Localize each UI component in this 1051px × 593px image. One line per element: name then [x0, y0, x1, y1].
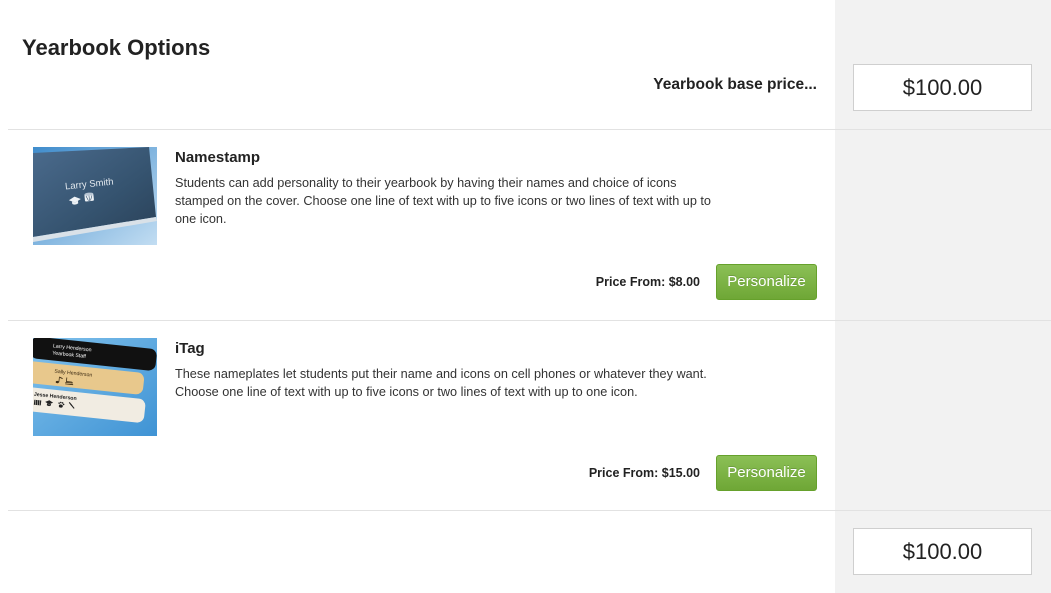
price-prefix: Price From: [595, 275, 666, 289]
base-price-box: $100.00 [853, 64, 1032, 111]
option-title: Namestamp [175, 149, 261, 166]
price-value: $15.00 [661, 466, 700, 480]
option-price: Price From: $8.00 [596, 273, 700, 291]
option-row-itag: Larry Henderson Yearbook Staff Sally Hen… [0, 321, 835, 511]
option-description: These nameplates let students put their … [175, 367, 707, 399]
price-value: $8.00 [668, 275, 700, 289]
total-price-box: $100.00 [853, 528, 1032, 575]
personalize-itag-button[interactable]: Personalize [716, 455, 817, 491]
base-price-label: Yearbook base price... [653, 76, 817, 93]
option-description: Students can add personality to their ye… [175, 176, 711, 226]
option-title: iTag [175, 340, 205, 357]
yearbook-options-page: Yearbook Options Yearbook base price... … [0, 0, 1051, 593]
itag-image: Larry Henderson Yearbook Staff Sally Hen… [33, 338, 157, 436]
personalize-namestamp-button[interactable]: Personalize [716, 264, 817, 300]
itag-nameplates-graphic: Larry Henderson Yearbook Staff Sally Hen… [33, 338, 157, 436]
drum-icon [33, 399, 42, 406]
row-divider [8, 510, 1051, 511]
option-price: Price From: $15.00 [589, 464, 700, 482]
namestamp-book-graphic: Larry Smith [33, 147, 157, 245]
price-prefix: Price From: [588, 466, 659, 480]
page-title: Yearbook Options [22, 35, 211, 60]
drum-icon [84, 192, 94, 202]
nameplate-stack: Larry Henderson Yearbook Staff Sally Hen… [33, 338, 157, 423]
namestamp-image: Larry Smith [33, 147, 157, 245]
option-row-namestamp: Larry Smith Namestamp Students can add p… [0, 130, 835, 320]
